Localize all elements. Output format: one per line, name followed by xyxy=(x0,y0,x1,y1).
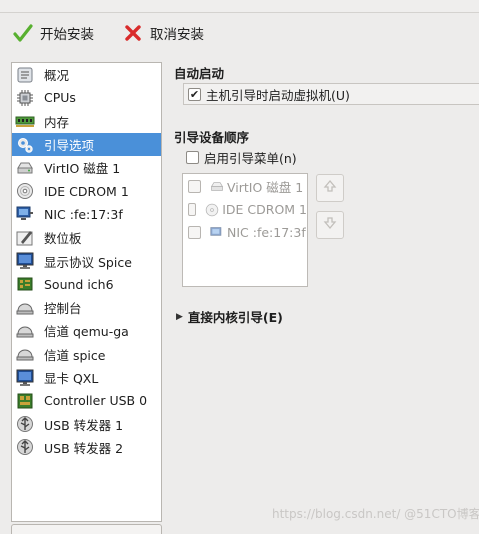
sidebar-item-channel-spice[interactable]: 信道 spice xyxy=(12,343,161,366)
begin-installation-label: 开始安装 xyxy=(40,27,94,43)
sidebar-item-virtio-disk[interactable]: VirtIO 磁盘 1 xyxy=(12,156,161,179)
expander-triangle-icon: ▶ xyxy=(176,311,183,322)
sidebar-item-label: CPUs xyxy=(44,90,76,106)
usb-redirector-icon xyxy=(15,414,35,434)
usb-redirector-icon xyxy=(15,437,35,457)
begin-installation-button[interactable]: 开始安装 xyxy=(4,18,102,48)
sidebar-item-label: 显示协议 Spice xyxy=(44,254,132,270)
sidebar-item-memory[interactable]: 内存 xyxy=(12,110,161,133)
sidebar-item-label: 信道 qemu-ga xyxy=(44,324,129,340)
sidebar-item-label: 数位板 xyxy=(44,231,82,247)
sidebar-item-label: 控制台 xyxy=(44,301,82,317)
add-hardware-button[interactable] xyxy=(11,524,162,534)
usb-controller-icon xyxy=(15,391,35,411)
move-down-button[interactable] xyxy=(316,211,344,239)
boot-device-checkbox[interactable] xyxy=(188,226,201,239)
sidebar-item-label: USB 转发器 1 xyxy=(44,417,124,433)
sidebar-item-nic[interactable]: NIC :fe:17:3f xyxy=(12,203,161,226)
direct-kernel-boot-label: 直接内核引导(E) xyxy=(187,310,283,325)
sidebar-item-label: 引导选项 xyxy=(44,138,95,154)
boot-device-virtio-disk[interactable]: VirtIO 磁盘 1 xyxy=(183,175,307,198)
sidebar-item-label: 概况 xyxy=(44,68,70,84)
boot-order-title: 引导设备顺序 xyxy=(174,130,250,145)
sidebar-item-label: IDE CDROM 1 xyxy=(44,183,129,199)
channel-icon xyxy=(15,344,35,364)
autostart-checkbox-label: 主机引导时启动虚拟机(U) xyxy=(206,87,350,103)
checkmark-icon xyxy=(12,22,34,44)
cdrom-icon xyxy=(15,181,35,201)
video-card-icon xyxy=(15,368,35,388)
sidebar-item-label: 信道 spice xyxy=(44,347,106,363)
boot-device-checkbox[interactable] xyxy=(188,180,201,193)
sidebar-item-boot-options[interactable]: 引导选项 xyxy=(12,132,161,157)
move-up-button[interactable] xyxy=(316,174,344,202)
sidebar-item-usb-redirector-2[interactable]: USB 转发器 2 xyxy=(12,436,161,459)
sidebar-item-label: Controller USB 0 xyxy=(44,393,148,409)
sidebar-item-console[interactable]: 控制台 xyxy=(12,296,161,319)
disk-icon xyxy=(15,158,35,178)
sidebar-item-usb-redirector-1[interactable]: USB 转发器 1 xyxy=(12,412,161,435)
sidebar-item-label: Sound ich6 xyxy=(44,276,114,292)
toolbar: 开始安装 取消安装 xyxy=(0,14,479,52)
sidebar-item-sound[interactable]: Sound ich6 xyxy=(12,273,161,296)
boot-menu-checkbox-row[interactable]: 启用引导菜单(n) xyxy=(186,147,297,167)
hardware-list: 概况 CPUs 内存 引导选项 VirtIO 磁盘 1 IDE CDROM 1 … xyxy=(11,62,162,522)
sidebar-item-label: 显卡 QXL xyxy=(44,371,99,386)
memory-icon xyxy=(15,111,35,131)
autostart-checkbox[interactable]: ✔ xyxy=(188,87,201,101)
sidebar-item-label: USB 转发器 2 xyxy=(44,440,124,456)
overview-icon xyxy=(15,65,35,85)
boot-device-label: NIC :fe:17:3f xyxy=(227,225,306,240)
sidebar-item-tablet[interactable]: 数位板 xyxy=(12,226,161,249)
sound-icon xyxy=(15,274,35,294)
direct-kernel-boot-expander[interactable]: ▶ 直接内核引导(E) xyxy=(176,307,283,326)
cancel-installation-label: 取消安装 xyxy=(150,27,204,43)
boot-device-ide-cdrom[interactable]: IDE CDROM 1 xyxy=(183,198,307,221)
boot-device-label: VirtIO 磁盘 1 xyxy=(227,180,304,195)
console-icon xyxy=(15,298,35,318)
boot-menu-checkbox-label: 启用引导菜单(n) xyxy=(204,150,297,166)
sidebar-item-channel-qemu-ga[interactable]: 信道 qemu-ga xyxy=(12,319,161,342)
arrow-down-icon xyxy=(323,216,337,234)
channel-icon xyxy=(15,321,35,341)
disk-icon xyxy=(210,180,224,194)
boot-device-checkbox[interactable] xyxy=(188,203,197,216)
cdrom-icon xyxy=(205,203,219,217)
boot-menu-checkbox[interactable] xyxy=(186,150,199,164)
sidebar-item-label: NIC :fe:17:3f xyxy=(44,206,123,222)
autostart-checkbox-row[interactable]: ✔ 主机引导时启动虚拟机(U) xyxy=(188,84,350,104)
autostart-title: 自动启动 xyxy=(174,66,225,81)
sidebar-item-display-spice[interactable]: 显示协议 Spice xyxy=(12,249,161,272)
boot-device-list: VirtIO 磁盘 1 IDE CDROM 1 NIC :fe:17:3f xyxy=(182,173,308,287)
sidebar-item-label: 内存 xyxy=(44,114,70,130)
sidebar-item-overview[interactable]: 概况 xyxy=(12,63,161,86)
display-icon xyxy=(15,251,35,271)
cancel-x-icon xyxy=(122,22,144,44)
boot-device-nic[interactable]: NIC :fe:17:3f xyxy=(183,221,307,244)
sidebar-item-cpus[interactable]: CPUs xyxy=(12,86,161,109)
arrow-up-icon xyxy=(323,179,337,197)
boot-device-label: IDE CDROM 1 xyxy=(222,202,307,217)
nic-icon xyxy=(210,226,224,240)
boot-options-icon xyxy=(15,135,35,155)
watermark: https://blog.csdn.net/ @51CTO博客 xyxy=(272,507,479,521)
sidebar-item-video-qxl[interactable]: 显卡 QXL xyxy=(12,366,161,389)
cancel-installation-button[interactable]: 取消安装 xyxy=(114,18,212,48)
sidebar-item-label: VirtIO 磁盘 1 xyxy=(44,161,121,177)
sidebar-item-ide-cdrom[interactable]: IDE CDROM 1 xyxy=(12,179,161,202)
sidebar-item-controller-usb[interactable]: Controller USB 0 xyxy=(12,389,161,412)
cpu-icon xyxy=(15,88,35,108)
window-top-edge xyxy=(0,0,479,13)
tablet-icon xyxy=(15,228,35,248)
nic-icon xyxy=(15,204,35,224)
